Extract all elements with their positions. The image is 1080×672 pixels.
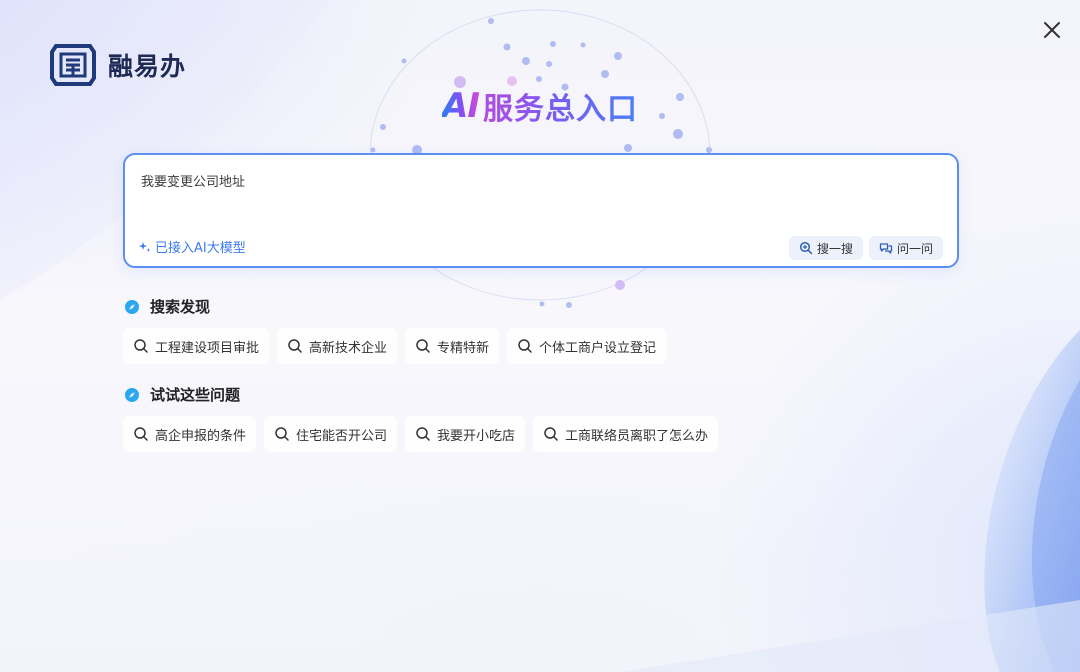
close-icon[interactable]	[1040, 18, 1064, 42]
try-questions-chip-list: 高企申报的条件 住宅能否开公司 我要开小吃店 工商联络员离职了怎么办	[123, 416, 719, 452]
chip-label: 高企申报的条件	[155, 428, 247, 444]
ask-button[interactable]: 问一问	[868, 236, 943, 260]
try-questions-section-title: 试试这些问题	[150, 386, 241, 404]
chip-label: 工商联络员离职了怎么办	[565, 428, 709, 444]
search-icon	[416, 427, 430, 441]
compass-icon	[125, 387, 139, 402]
search-icon	[134, 339, 148, 353]
question-chip[interactable]: 住宅能否开公司	[264, 416, 398, 452]
search-button-label: 搜一搜	[816, 241, 853, 256]
search-icon	[275, 427, 289, 441]
chip-label: 个体工商户设立登记	[539, 340, 657, 356]
discover-chip-list: 工程建设项目审批 高新技术企业 专精特新 个体工商户设立登记	[123, 328, 667, 364]
search-input[interactable]	[141, 173, 941, 188]
try-questions-section-header: 试试这些问题	[124, 384, 240, 405]
compass-icon	[125, 299, 139, 314]
ai-model-badge: 已接入AI大模型	[139, 237, 246, 256]
search-icon	[544, 427, 558, 441]
title-ai-mark: AI	[442, 86, 480, 126]
discover-chip[interactable]: 高新技术企业	[277, 328, 398, 364]
search-actions: 搜一搜 问一问	[788, 236, 943, 260]
search-button[interactable]: 搜一搜	[788, 236, 863, 260]
question-chip[interactable]: 我要开小吃店	[405, 416, 526, 452]
chip-label: 住宅能否开公司	[296, 428, 388, 444]
title-text: 服务总入口	[483, 84, 638, 128]
question-chip[interactable]: 高企申报的条件	[123, 416, 257, 452]
search-plus-icon	[799, 241, 813, 255]
ask-button-label: 问一问	[896, 241, 933, 256]
question-chip[interactable]: 工商联络员离职了怎么办	[533, 416, 719, 452]
discover-chip[interactable]: 个体工商户设立登记	[507, 328, 667, 364]
search-icon	[134, 427, 148, 441]
search-icon	[518, 339, 532, 353]
page-title: AI 服务总入口	[0, 84, 1080, 128]
brand-name: 融易办	[108, 52, 187, 81]
chip-label: 工程建设项目审批	[155, 340, 260, 356]
sparkle-icon	[139, 241, 151, 252]
discover-chip[interactable]: 专精特新	[405, 328, 500, 364]
discover-chip[interactable]: 工程建设项目审批	[123, 328, 270, 364]
chip-label: 高新技术企业	[309, 340, 388, 356]
chip-label: 专精特新	[437, 340, 490, 356]
chip-label: 我要开小吃店	[437, 428, 516, 444]
chat-bubble-icon	[879, 243, 893, 254]
ai-model-label: 已接入AI大模型	[155, 241, 246, 256]
search-icon	[416, 339, 430, 353]
search-panel: 已接入AI大模型 搜一搜 问一问	[123, 153, 959, 268]
discover-section-header: 搜索发现	[124, 296, 210, 317]
discover-section-title: 搜索发现	[150, 298, 211, 316]
search-icon	[288, 339, 302, 353]
